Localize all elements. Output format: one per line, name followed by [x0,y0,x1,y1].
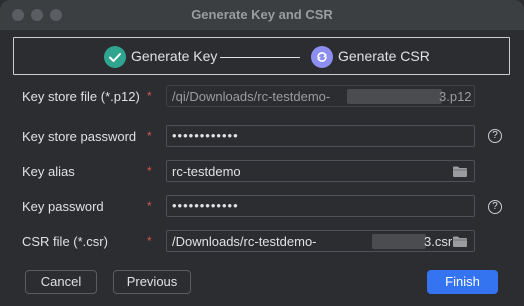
finish-button[interactable]: Finish [427,270,498,294]
key-alias-field[interactable]: rc-testdemo [166,160,475,182]
redacted-region [347,89,442,104]
keystore-file-label: Key store file (*.p12) [22,89,140,104]
dialog-window: Generate Key and CSR Generate Key Genera… [0,0,524,306]
key-password-label: Key password [22,199,104,214]
required-marker: * [147,129,152,143]
cancel-button[interactable]: Cancel [25,270,97,294]
required-marker: * [147,89,152,103]
csr-file-field[interactable]: /Downloads/rc-testdemo- 3.csr [166,230,475,252]
key-password-field[interactable]: •••••••••••• [166,195,475,217]
csr-file-path-suffix: 3.csr [424,234,453,249]
step-indicator: Generate Key Generate CSR [13,37,510,75]
keystore-file-path-suffix: 3.p12 [439,89,472,104]
folder-icon[interactable] [452,165,468,183]
dialog-title: Generate Key and CSR [191,7,333,22]
step-generate-csr-label: Generate CSR [338,48,430,64]
previous-button[interactable]: Previous [113,270,191,294]
keystore-file-path-prefix: ‎/qi/Downloads/rc-testdemo- [172,89,331,104]
required-marker: * [147,199,152,213]
key-alias-label: Key alias [22,164,75,179]
step-connector [220,57,300,58]
sync-icon [311,46,333,68]
keystore-password-label: Key store password [22,129,137,144]
checkmark-icon [104,46,126,68]
keystore-password-value: •••••••••••• [172,128,239,143]
help-icon[interactable]: ? [488,200,502,214]
keystore-file-field[interactable]: ‎/qi/Downloads/rc-testdemo- 3.p12 [166,85,475,107]
step-generate-key-label: Generate Key [131,48,218,64]
redacted-region [372,234,426,249]
folder-icon[interactable] [452,235,468,253]
required-marker: * [147,164,152,178]
keystore-password-field[interactable]: •••••••••••• [166,125,475,147]
csr-file-path-prefix: /Downloads/rc-testdemo- [172,234,317,249]
required-marker: * [147,234,152,248]
csr-file-label: CSR file (*.csr) [22,234,108,249]
titlebar: Generate Key and CSR [0,0,524,30]
key-password-value: •••••••••••• [172,198,239,213]
key-alias-value: rc-testdemo [172,164,241,179]
help-icon[interactable]: ? [488,129,502,143]
